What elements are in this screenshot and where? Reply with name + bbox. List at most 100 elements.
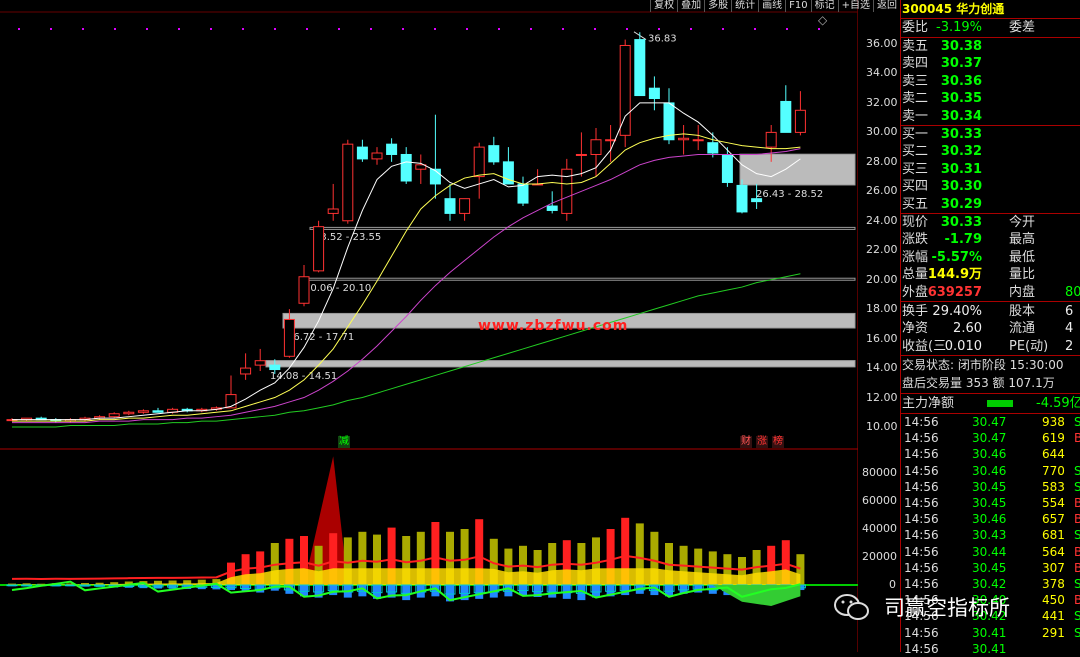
dot-marker — [818, 28, 820, 30]
tick-row: 14:56 30.41 — [902, 641, 1080, 657]
stat-label: 总量 — [902, 267, 929, 283]
toolbar-button-8[interactable]: 返回 — [873, 0, 900, 12]
price-tick-label: 14.00 — [866, 361, 898, 375]
bid-row-price: 30.31 — [940, 161, 982, 177]
candle-body — [459, 198, 471, 214]
settings-icon[interactable]: ◇ — [818, 14, 830, 26]
toolbar-button-4[interactable]: 画线 — [758, 0, 785, 12]
stat2-value: 29.40% — [932, 304, 982, 319]
toolbar-button-3[interactable]: 统计 — [731, 0, 758, 12]
candle-body — [648, 87, 660, 100]
tick-dir: B — [1074, 431, 1080, 446]
candle-body — [765, 131, 777, 148]
support-zone — [739, 153, 856, 186]
tick-volume: 681 — [1042, 528, 1065, 543]
tick-dir: S — [1074, 479, 1080, 494]
ask-row: 卖五 30.38 — [902, 38, 1080, 55]
stat-row: 现价 30.33 今开 — [902, 214, 1080, 231]
tick-time: 14:56 — [904, 415, 939, 429]
toolbar-button-2[interactable]: 多股 — [704, 0, 731, 12]
tick-row: 14:56 30.46 770 S — [902, 463, 1080, 479]
tick-time: 14:56 — [904, 625, 939, 640]
candle-body — [751, 198, 763, 203]
dot-marker — [114, 28, 116, 30]
neg-bar-outline — [6, 584, 18, 587]
stock-code: 300045 — [902, 2, 953, 16]
stat-value: 144.9万 — [927, 267, 982, 283]
stat2-label: 收益(三 — [902, 338, 947, 354]
tick-row: 14:56 30.47 619 B — [902, 430, 1080, 446]
candle-body — [429, 168, 441, 185]
dot-marker — [210, 28, 212, 30]
candle-body — [517, 183, 529, 204]
price-tick-label: 32.00 — [866, 95, 898, 109]
stat-value2: 80 — [1065, 284, 1080, 300]
candle-body — [736, 184, 748, 213]
tick-volume: 291 — [1042, 625, 1065, 640]
candle-body — [444, 198, 456, 214]
stat-row: 外盘 639257 内盘 80 — [902, 284, 1080, 301]
candle-body — [721, 153, 733, 183]
stat-value: 639257 — [927, 284, 982, 300]
candle-body — [678, 137, 690, 141]
tick-time: 14:56 — [904, 641, 939, 656]
stat-label2: 内盘 — [1009, 284, 1036, 300]
tick-dir: B — [1074, 544, 1080, 559]
stat2-label2: PE(动) — [1009, 338, 1049, 354]
toolbar-button-0[interactable]: 复权 — [650, 0, 677, 12]
stat-label2: 今开 — [1009, 215, 1036, 230]
neg-bar — [621, 585, 630, 596]
dot-marker — [402, 28, 404, 30]
tick-row: 14:56 30.41 291 S — [902, 625, 1080, 641]
dot-marker — [242, 28, 244, 30]
candle-body — [634, 39, 646, 97]
tick-dir: B — [1074, 593, 1080, 608]
ask-row-label: 卖一 — [902, 108, 929, 124]
bid-row-price: 30.33 — [940, 127, 982, 142]
tick-volume: 770 — [1042, 463, 1065, 478]
ind-tick-label: 20000 — [862, 550, 897, 563]
stat2-value2: 6 — [1065, 304, 1074, 319]
tick-price: 30.41 — [972, 625, 1007, 640]
stat2-value2: 4 — [1065, 321, 1074, 337]
center-label: 减 — [338, 436, 350, 448]
tick-dir: S — [1074, 577, 1080, 591]
dot-marker — [434, 28, 436, 30]
candle-body — [298, 276, 310, 304]
neg-bar-outline — [64, 584, 76, 587]
toolbar-button-7[interactable]: +自选 — [837, 0, 873, 12]
stat-value: 30.33 — [940, 215, 982, 230]
stat-label: 外盘 — [902, 284, 929, 300]
toolbar-button-1[interactable]: 叠加 — [677, 0, 704, 12]
tick-volume: 657 — [1042, 512, 1065, 527]
stat-label: 涨幅 — [902, 249, 929, 265]
bid-row-price: 30.29 — [940, 196, 982, 212]
neg-bar — [329, 585, 338, 596]
kline-chart[interactable]: 26.43 - 28.5223.52 - 23.5520.06 - 20.101… — [0, 0, 858, 652]
bid-row-price: 30.32 — [940, 144, 982, 160]
toolbar-button-5[interactable]: F10 — [785, 0, 810, 12]
neg-bar — [548, 585, 557, 598]
dot-marker — [178, 28, 180, 30]
tick-time: 14:56 — [904, 528, 939, 543]
tick-price: 30.47 — [972, 415, 1007, 429]
stat-label2: 最高 — [1009, 232, 1036, 248]
price-tick-label: 16.00 — [866, 331, 898, 345]
candle-body — [254, 360, 266, 366]
toolbar-button-6[interactable]: 标记 — [810, 0, 838, 12]
stat-row: 涨跌 -1.79 最高 — [902, 231, 1080, 248]
tick-time: 14:56 — [904, 512, 939, 527]
watermark: www.zbzfwu.com — [478, 318, 629, 334]
tick-dir: B — [1074, 512, 1080, 527]
candle-body — [327, 208, 339, 214]
stat-row: 总量 144.9万 量比 — [902, 266, 1080, 283]
tick-time: 14:56 — [904, 479, 939, 494]
tick-price: 30.46 — [972, 463, 1007, 478]
dot-marker — [338, 28, 340, 30]
bid-row-label: 买一 — [902, 127, 929, 142]
ask-row-price: 30.35 — [940, 91, 982, 107]
dot-marker — [594, 28, 596, 30]
tick-row: 14:56 30.44 564 B — [902, 544, 1080, 560]
main-net-row: 主力净额 -4.59亿 — [902, 395, 1080, 412]
tick-time: 14:56 — [904, 431, 939, 446]
